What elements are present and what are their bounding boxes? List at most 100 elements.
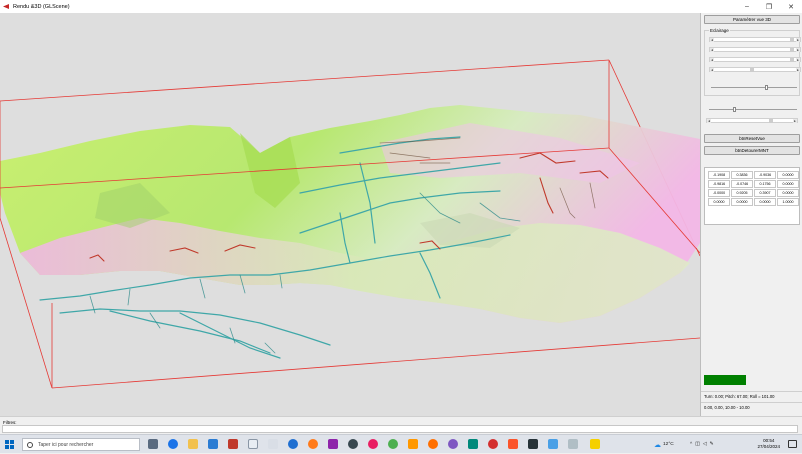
scroll-left-arrow-icon[interactable]: ◂ [707, 119, 711, 123]
divider [701, 402, 802, 403]
file-explorer-icon[interactable] [188, 439, 198, 449]
scroll-left-arrow-icon[interactable]: ◂ [710, 38, 714, 42]
filezilla-icon[interactable] [228, 439, 238, 449]
taskbar-search[interactable]: Taper ici pour rechercher [22, 438, 140, 451]
headphones-icon[interactable] [348, 439, 358, 449]
qgis-icon[interactable] [388, 439, 398, 449]
app-icon[interactable] [488, 439, 498, 449]
scroll-thumb[interactable] [750, 68, 754, 72]
search-icon [27, 441, 33, 448]
matrix-cell: -0.9036 [754, 171, 776, 179]
clock-date: 27/04/2024 [757, 444, 780, 449]
scroll-right-arrow-icon[interactable]: ▸ [796, 68, 800, 72]
app-icon[interactable] [328, 439, 338, 449]
lighting-group-label: Eclairage [709, 28, 730, 33]
network-icon[interactable]: ◫ [695, 442, 703, 447]
matrix-cell: -0.9816 [708, 180, 730, 188]
reset-view-button[interactable]: btnResetVue [704, 134, 800, 143]
notification-icon[interactable] [788, 440, 797, 448]
firefox-icon[interactable] [308, 439, 318, 449]
vlc-icon[interactable] [408, 439, 418, 449]
scroll-left-arrow-icon[interactable]: ◂ [710, 48, 714, 52]
scroll-right-arrow-icon[interactable]: ▸ [793, 119, 797, 123]
lighting-slider-knob[interactable] [765, 85, 768, 90]
lighting-group: Eclairage ◂ ▸ ◂ ▸ ◂ ▸ ◂ ▸ [704, 28, 801, 96]
scroll-right-arrow-icon[interactable]: ▸ [796, 38, 800, 42]
scroll-left-arrow-icon[interactable]: ◂ [710, 58, 714, 62]
search-placeholder: Taper ici pour rechercher [38, 441, 94, 448]
matrix-cell: 0.3836 [731, 171, 753, 179]
view-slider-1-track[interactable] [709, 109, 797, 110]
task-view-icon[interactable] [148, 439, 158, 449]
matrix-cell: 0.0000 [777, 171, 799, 179]
app-icon[interactable] [368, 439, 378, 449]
view-scrollbar[interactable]: ◂ ▸ [706, 118, 798, 123]
scroll-thumb[interactable] [769, 119, 773, 123]
scroll-left-arrow-icon[interactable]: ◂ [710, 68, 714, 72]
lighting-scrollbar-4[interactable]: ◂ ▸ [709, 67, 801, 72]
matrix-cell: 0.1756 [754, 180, 776, 188]
lighting-scrollbar-1[interactable]: ◂ ▸ [709, 37, 801, 42]
scene-viewport[interactable] [0, 13, 700, 416]
divider [701, 391, 802, 392]
clock[interactable]: 00:54 27/04/2024 [757, 438, 780, 450]
matrix-cell: 0.3907 [754, 189, 776, 197]
app-icon[interactable] [548, 439, 558, 449]
browser-icon[interactable] [288, 439, 298, 449]
detourer-mnt-button[interactable]: btnDetourerMNT [704, 146, 800, 155]
status-indicator [704, 375, 746, 385]
taskbar: Taper ici pour rechercher ☁ 12°C ^ ◫ ◁ ✎… [0, 434, 802, 453]
windows-logo-icon [5, 445, 9, 449]
app-icon [3, 4, 9, 9]
firefox-icon[interactable] [428, 439, 438, 449]
scroll-thumb[interactable] [790, 48, 794, 52]
brave-icon[interactable] [508, 439, 518, 449]
lighting-slider-track[interactable] [711, 87, 797, 88]
app-icon[interactable] [448, 439, 458, 449]
document-icon[interactable] [248, 439, 258, 449]
coords-status: 0.00, 0.00, 10.00 - 10.00 [704, 405, 750, 410]
lighting-scrollbar-2[interactable]: ◂ ▸ [709, 47, 801, 52]
matrix-cell: 0.0000 [777, 189, 799, 197]
matrix-cell: 0.0000 [731, 198, 753, 206]
windows-logo-icon [5, 440, 9, 444]
edge-icon[interactable] [168, 439, 178, 449]
app-icon[interactable] [468, 439, 478, 449]
mail-icon[interactable] [208, 439, 218, 449]
scroll-thumb[interactable] [790, 58, 794, 62]
scroll-right-arrow-icon[interactable]: ▸ [796, 48, 800, 52]
title-bar: Rendu &3D (GLScene) – ❐ ✕ [0, 0, 802, 13]
windows-logo-icon [10, 440, 14, 444]
windows-logo-icon [10, 445, 14, 449]
weather-widget[interactable]: ☁ 12°C [654, 435, 674, 454]
param-view-button[interactable]: Paramètrer vue 3D [704, 15, 800, 24]
window-title: Rendu &3D (GLScene) [13, 3, 70, 10]
app-icon[interactable] [590, 439, 600, 449]
terrain-mesh [0, 105, 700, 323]
orientation-status: Turn: 0.00; Pitch: 67.00; Roll = 101.00 [704, 394, 775, 399]
maximize-button[interactable]: ❐ [758, 0, 780, 13]
scene-render [0, 59, 700, 389]
settings-icon[interactable] [268, 439, 278, 449]
matrix-cell: 0.9205 [731, 189, 753, 197]
matrix-cell: -0.0000 [708, 189, 730, 197]
matrix-cell: 0.0000 [708, 198, 730, 206]
volume-icon[interactable]: ◁ [703, 442, 710, 447]
system-tray[interactable]: ^ ◫ ◁ ✎ [690, 435, 717, 454]
scroll-right-arrow-icon[interactable]: ▸ [796, 58, 800, 62]
view-slider-1-knob[interactable] [733, 107, 736, 112]
scroll-thumb[interactable] [790, 38, 794, 42]
matrix-cell: 0.0000 [777, 180, 799, 188]
temperature: 12°C [663, 442, 674, 447]
start-button[interactable] [5, 440, 14, 449]
matrix-cell: -0.1908 [708, 171, 730, 179]
matrix-cell: 1.0000 [777, 198, 799, 206]
minimize-button[interactable]: – [736, 0, 758, 13]
app-icon[interactable] [568, 439, 578, 449]
close-button[interactable]: ✕ [780, 0, 802, 13]
pen-icon[interactable]: ✎ [710, 442, 717, 447]
filter-input[interactable] [2, 425, 798, 433]
weather-icon: ☁ [654, 441, 661, 449]
terminal-icon[interactable] [528, 439, 538, 449]
lighting-scrollbar-3[interactable]: ◂ ▸ [709, 57, 801, 62]
